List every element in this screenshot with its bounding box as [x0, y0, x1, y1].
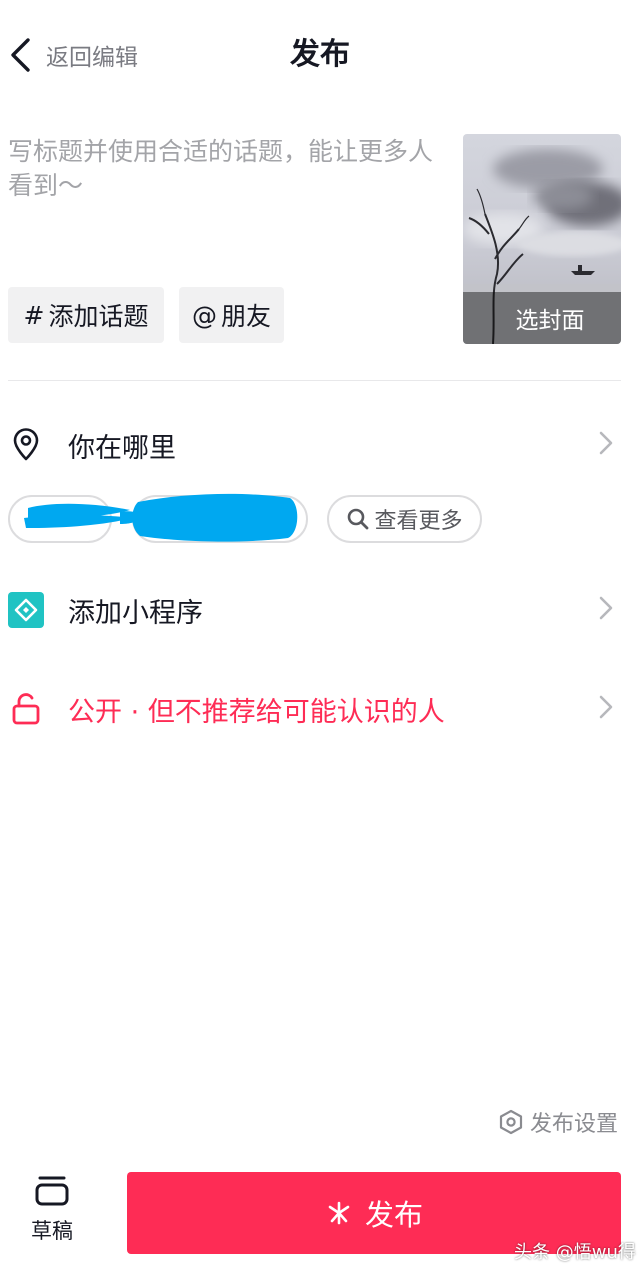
mention-friend-button[interactable]: @ 朋友 — [179, 287, 284, 343]
location-row[interactable]: 你在哪里 — [0, 410, 640, 480]
section-divider — [8, 380, 621, 381]
mention-friend-label: 朋友 — [220, 302, 271, 331]
chevron-left-icon — [8, 37, 32, 73]
privacy-label: 公开 · 但不推荐给可能认识的人 — [68, 696, 445, 728]
hashtag-icon: # — [23, 300, 45, 330]
add-hashtag-label: 添加话题 — [48, 302, 149, 331]
add-hashtag-button[interactable]: # 添加话题 — [8, 287, 164, 343]
chevron-right-icon — [598, 694, 614, 724]
add-mini-program-row[interactable]: 添加小程序 — [0, 575, 640, 645]
publish-label: 发布 — [364, 1198, 423, 1232]
publish-settings-label: 发布设置 — [530, 1112, 619, 1137]
select-cover-label: 选封面 — [515, 308, 585, 334]
privacy-setting-row[interactable]: 公开 · 但不推荐给可能认识的人 — [0, 674, 640, 744]
mini-program-icon — [8, 592, 44, 628]
back-to-edit-button[interactable]: 返回编辑 — [8, 30, 138, 80]
cover-label-bar: 选封面 — [463, 292, 621, 344]
publish-button[interactable]: 发布 — [127, 1172, 621, 1254]
search-icon — [346, 507, 370, 531]
back-label: 返回编辑 — [46, 45, 138, 71]
add-mini-program-label: 添加小程序 — [68, 597, 203, 629]
caption-input[interactable] — [8, 135, 440, 275]
drafts-button[interactable]: 草稿 — [14, 1175, 90, 1255]
hexagon-settings-icon — [498, 1109, 530, 1135]
drafts-box-icon — [34, 1175, 70, 1207]
drafts-label: 草稿 — [31, 1219, 73, 1243]
unlock-icon — [8, 691, 44, 727]
location-label: 你在哪里 — [68, 432, 176, 464]
select-cover-button[interactable]: 选封面 — [463, 134, 621, 344]
at-icon: @ — [191, 300, 217, 330]
sparkle-icon — [325, 1199, 365, 1227]
location-suggestion-chip[interactable] — [132, 495, 308, 543]
chevron-right-icon — [598, 595, 614, 625]
location-suggestion-chip[interactable] — [8, 495, 112, 543]
view-more-label: 查看更多 — [374, 509, 463, 534]
publish-settings-link[interactable]: 发布设置 — [498, 1105, 618, 1139]
chevron-right-icon — [598, 430, 614, 460]
view-more-locations-button[interactable]: 查看更多 — [327, 495, 482, 543]
location-pin-icon — [8, 427, 44, 463]
